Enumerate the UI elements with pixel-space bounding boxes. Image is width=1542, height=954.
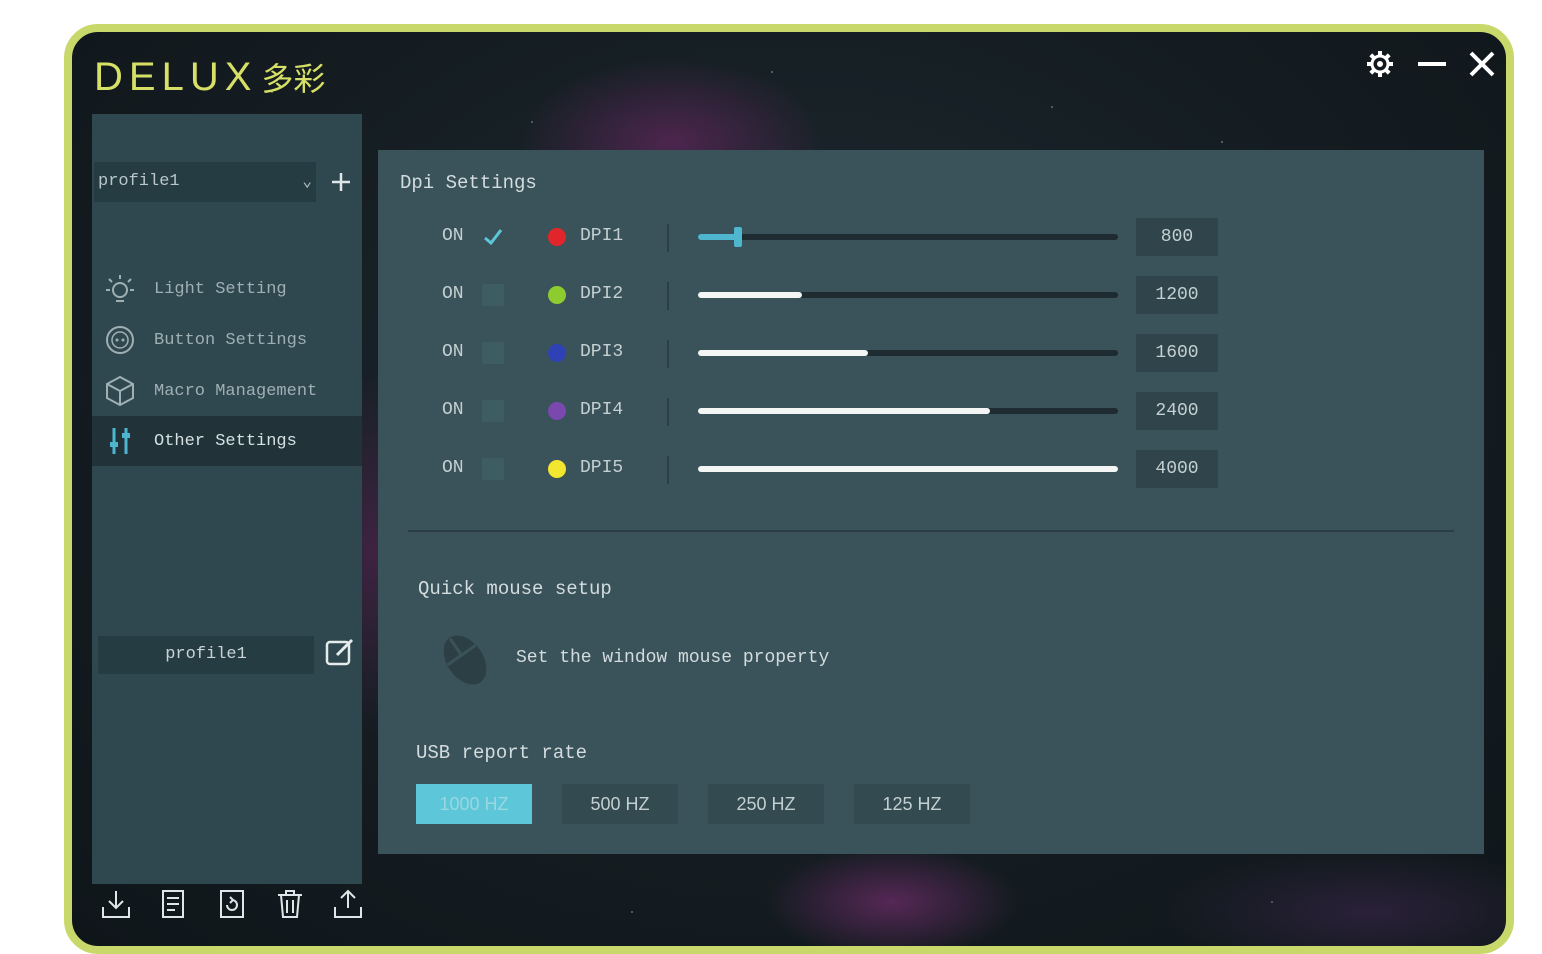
sidebar-item-label: Macro Management	[154, 381, 318, 401]
dpi5-value[interactable]: 4000	[1136, 450, 1218, 488]
sliders-icon	[102, 423, 138, 459]
dpi-name: DPI3	[580, 342, 624, 362]
slider-fill	[698, 466, 1118, 472]
dpi-settings-title: Dpi Settings	[400, 172, 537, 194]
on-label: ON	[442, 400, 464, 420]
dpi5-checkbox[interactable]	[482, 458, 504, 480]
dpi2-value[interactable]: 1200	[1136, 276, 1218, 314]
app-window: DELUX 多彩 profile1 ⌄ Light Setting Button…	[64, 24, 1514, 954]
on-label: ON	[442, 458, 464, 478]
slider-handle[interactable]	[734, 227, 742, 247]
edit-icon	[325, 638, 354, 666]
gear-icon	[1367, 51, 1393, 77]
quick-setup-title: Quick mouse setup	[418, 578, 612, 600]
delux-logo: DELUX 多彩	[94, 55, 326, 99]
edit-profile-button[interactable]	[322, 634, 358, 670]
slider-fill	[698, 350, 868, 356]
on-label: ON	[442, 284, 464, 304]
sidebar: profile1 ⌄ Light Setting Button Settings…	[92, 114, 362, 884]
dpi3-value[interactable]: 1600	[1136, 334, 1218, 372]
slider-fill	[698, 408, 990, 414]
profile-dropdown-value: profile1	[98, 172, 180, 191]
sidebar-item-other-settings[interactable]: Other Settings	[92, 416, 362, 466]
dpi-color-dot	[548, 344, 566, 362]
dpi1-checkbox[interactable]	[482, 226, 504, 248]
divider	[667, 224, 669, 252]
dpi-row-3: ON DPI3 1600	[378, 334, 1238, 374]
dpi5-slider[interactable]	[698, 466, 1118, 472]
dpi-color-dot	[548, 460, 566, 478]
dpi-name: DPI2	[580, 284, 624, 304]
dpi1-value[interactable]: 800	[1136, 218, 1218, 256]
dpi-row-4: ON DPI4 2400	[378, 392, 1238, 432]
sidebar-item-label: Other Settings	[154, 431, 297, 451]
dpi-row-1: ON DPI1 800	[378, 218, 1238, 258]
dpi-row-2: ON DPI2 1200	[378, 276, 1238, 316]
plus-icon	[332, 173, 350, 191]
close-button[interactable]	[1464, 46, 1500, 82]
minimize-icon	[1418, 62, 1446, 66]
divider	[667, 456, 669, 484]
mouse-property-link[interactable]: Set the window mouse property	[516, 648, 829, 668]
settings-button[interactable]	[1362, 46, 1398, 82]
dpi-color-dot	[548, 286, 566, 304]
sidebar-item-button-settings[interactable]: Button Settings	[92, 315, 362, 365]
dpi-name: DPI4	[580, 400, 624, 420]
reset-icon[interactable]	[212, 884, 252, 924]
checkmark-icon	[484, 229, 503, 246]
trash-icon[interactable]	[270, 884, 310, 924]
minimize-button[interactable]	[1414, 46, 1450, 82]
rate-250hz-button[interactable]: 250 HZ	[708, 784, 824, 824]
close-icon	[1469, 51, 1495, 77]
dpi-color-dot	[548, 228, 566, 246]
dpi4-slider[interactable]	[698, 408, 1118, 414]
divider	[667, 282, 669, 310]
mouse-icon	[430, 630, 500, 690]
dpi1-slider[interactable]	[698, 227, 1118, 247]
profile-dropdown[interactable]: profile1 ⌄	[94, 162, 316, 202]
sidebar-item-label: Button Settings	[154, 330, 308, 350]
on-label: ON	[442, 226, 464, 246]
button-icon	[102, 322, 138, 358]
on-label: ON	[442, 342, 464, 362]
dpi-name: DPI1	[580, 226, 624, 246]
usb-rate-title: USB report rate	[416, 742, 588, 764]
dpi3-slider[interactable]	[698, 350, 1118, 356]
rate-1000hz-button[interactable]: 1000 HZ	[416, 784, 532, 824]
add-profile-button[interactable]	[324, 162, 358, 202]
export-icon[interactable]	[328, 884, 368, 924]
section-divider	[408, 530, 1454, 532]
rate-125hz-button[interactable]: 125 HZ	[854, 784, 970, 824]
sidebar-item-macro-management[interactable]: Macro Management	[92, 366, 362, 416]
dpi4-value[interactable]: 2400	[1136, 392, 1218, 430]
sidebar-item-light-setting[interactable]: Light Setting	[92, 264, 362, 314]
rate-500hz-button[interactable]: 500 HZ	[562, 784, 678, 824]
cube-icon	[102, 373, 138, 409]
dpi4-checkbox[interactable]	[482, 400, 504, 422]
dpi-row-5: ON DPI5 4000	[378, 450, 1238, 490]
import-icon[interactable]	[96, 884, 136, 924]
sun-icon	[102, 271, 138, 307]
divider	[667, 398, 669, 426]
slider-fill	[698, 292, 802, 298]
divider	[667, 340, 669, 368]
profile-name-field[interactable]: profile1	[98, 636, 314, 674]
dpi2-slider[interactable]	[698, 292, 1118, 298]
main-panel: Dpi Settings ON DPI1 800 ON DPI2 1200 ON…	[378, 150, 1484, 854]
chevron-down-icon: ⌄	[302, 173, 312, 191]
dpi-name: DPI5	[580, 458, 624, 478]
dpi2-checkbox[interactable]	[482, 284, 504, 306]
dpi3-checkbox[interactable]	[482, 342, 504, 364]
dpi-color-dot	[548, 402, 566, 420]
save-icon[interactable]	[154, 884, 194, 924]
sidebar-item-label: Light Setting	[154, 279, 287, 299]
